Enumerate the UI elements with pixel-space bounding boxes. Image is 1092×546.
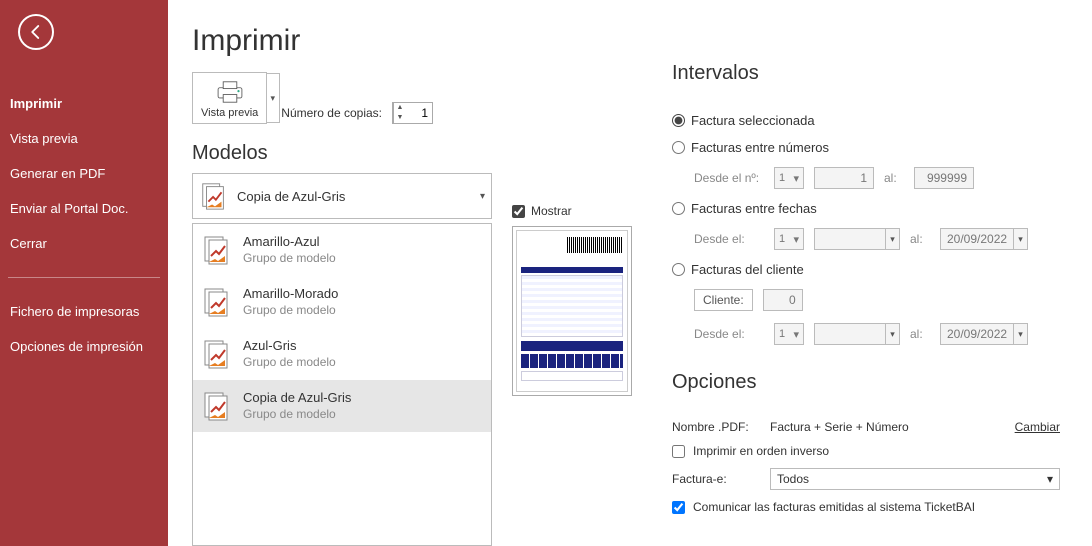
date-to-input-2[interactable]: 20/09/2022▾: [940, 323, 1028, 345]
divider: [8, 277, 160, 278]
chevron-down-icon: ▾: [480, 191, 485, 202]
model-item[interactable]: Azul-GrisGrupo de modelo: [193, 328, 491, 380]
date-from-input[interactable]: ▾: [814, 228, 900, 250]
document-preview[interactable]: [512, 226, 632, 396]
model-item[interactable]: Copia de Azul-GrisGrupo de modelo: [193, 380, 491, 432]
radio-entre-numeros[interactable]: [672, 141, 685, 154]
copies-input[interactable]: [406, 106, 432, 120]
options-title: Opciones: [672, 371, 1060, 394]
models-title: Modelos: [192, 142, 492, 165]
sidebar-item-imprimir[interactable]: Imprimir: [0, 86, 168, 121]
sidebar-item-opciones[interactable]: Opciones de impresión: [0, 329, 168, 364]
spin-up[interactable]: ▲: [394, 103, 406, 113]
printer-icon: [213, 79, 247, 105]
serie-select-2[interactable]: 1▾: [774, 228, 804, 250]
num-to-input[interactable]: [914, 167, 974, 189]
num-from-input[interactable]: [814, 167, 874, 189]
ticketbai-checkbox[interactable]: [672, 501, 685, 514]
report-icon: [201, 390, 233, 422]
report-icon: [199, 181, 229, 211]
reverse-checkbox[interactable]: [672, 445, 685, 458]
barcode-icon: [567, 237, 623, 253]
model-list[interactable]: Amarillo-AzulGrupo de modelo Amarillo-Mo…: [192, 223, 492, 546]
spin-down[interactable]: ▼: [394, 113, 406, 123]
main: Imprimir Vista previa ▾ Número de copias…: [168, 0, 1092, 546]
copies-spinner[interactable]: ▲▼: [392, 102, 433, 124]
intervals-title: Intervalos: [672, 62, 1060, 85]
serie-select-3[interactable]: 1▾: [774, 323, 804, 345]
radio-entre-fechas[interactable]: [672, 202, 685, 215]
report-icon: [201, 338, 233, 370]
report-icon: [201, 234, 233, 266]
date-from-input-2[interactable]: ▾: [814, 323, 900, 345]
factura-e-select[interactable]: Todos▾: [770, 468, 1060, 490]
report-icon: [201, 286, 233, 318]
back-button[interactable]: [18, 14, 54, 50]
model-item[interactable]: Amarillo-MoradoGrupo de modelo: [193, 276, 491, 328]
sidebar-item-cerrar[interactable]: Cerrar: [0, 226, 168, 261]
radio-factura-seleccionada[interactable]: [672, 114, 685, 127]
cliente-input[interactable]: [763, 289, 803, 311]
cliente-label: Cliente:: [694, 289, 753, 311]
page-title: Imprimir: [192, 24, 492, 58]
cambiar-link[interactable]: Cambiar: [1015, 420, 1060, 434]
sidebar-item-vista-previa[interactable]: Vista previa: [0, 121, 168, 156]
sidebar-item-fichero[interactable]: Fichero de impresoras: [0, 294, 168, 329]
sidebar-item-pdf[interactable]: Generar en PDF: [0, 156, 168, 191]
vista-previa-button[interactable]: Vista previa ▾: [192, 72, 267, 124]
model-item[interactable]: Amarillo-AzulGrupo de modelo: [193, 224, 491, 276]
vista-previa-dropdown[interactable]: ▾: [266, 73, 280, 123]
sidebar-item-portal[interactable]: Enviar al Portal Doc.: [0, 191, 168, 226]
mostrar-checkbox[interactable]: [512, 205, 525, 218]
chevron-down-icon: ▾: [1047, 472, 1053, 486]
sidebar: Imprimir Vista previa Generar en PDF Env…: [0, 0, 168, 546]
radio-cliente[interactable]: [672, 263, 685, 276]
date-to-input[interactable]: 20/09/2022▾: [940, 228, 1028, 250]
serie-select[interactable]: 1▾: [774, 167, 804, 189]
copies-label: Número de copias:: [281, 106, 382, 120]
arrow-left-icon: [27, 23, 45, 41]
model-combo[interactable]: Copia de Azul-Gris ▾: [192, 173, 492, 219]
